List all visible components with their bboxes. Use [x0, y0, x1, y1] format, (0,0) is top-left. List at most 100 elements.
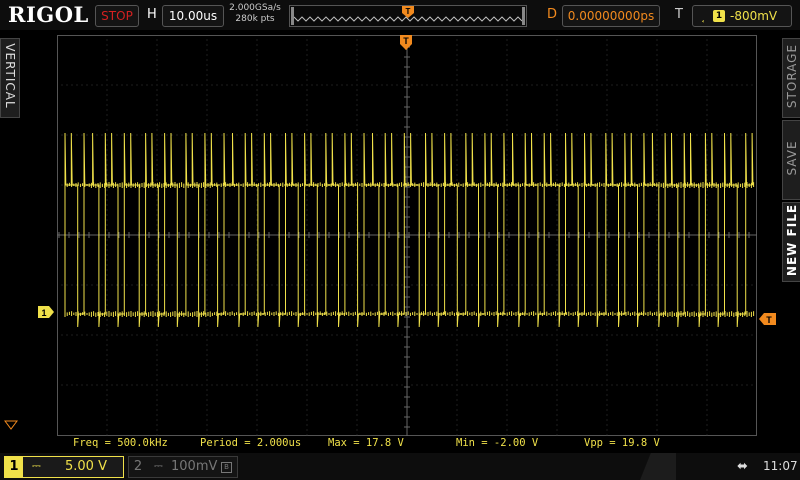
- grid-dot: [256, 174, 258, 176]
- grid-dot: [291, 284, 293, 286]
- grid-dot: [156, 39, 158, 41]
- frequency-measurement[interactable]: Freq = 500.0kHz: [73, 437, 168, 449]
- grid-dot: [506, 84, 508, 86]
- grid-dot: [456, 344, 458, 346]
- svg-text:T: T: [406, 7, 411, 16]
- grid-dot: [256, 219, 258, 221]
- grid-dot: [161, 134, 163, 136]
- acquisition-info: 2.000GSa/s 280k pts: [226, 3, 284, 25]
- grid-dot: [706, 384, 708, 386]
- grid-dot: [526, 284, 528, 286]
- grid-dot: [591, 84, 593, 86]
- grid-dot: [156, 374, 158, 376]
- trigger-level-marker[interactable]: T: [758, 313, 776, 325]
- grid-dot: [706, 59, 708, 61]
- max-measurement[interactable]: Max = 17.8 V: [328, 437, 404, 449]
- grid-dot: [306, 359, 308, 361]
- grid-dot: [411, 384, 413, 386]
- grid-dot: [196, 84, 198, 86]
- grid-dot: [606, 414, 608, 416]
- grid-dot: [306, 99, 308, 101]
- grid-dot: [356, 364, 358, 366]
- grid-dot: [506, 324, 508, 326]
- period-measurement[interactable]: Period = 2.000us: [200, 437, 301, 449]
- grid-dot: [606, 69, 608, 71]
- grid-dot: [496, 134, 498, 136]
- save-menu-tab[interactable]: SAVE: [782, 120, 800, 200]
- channel1-settings[interactable]: 1 ⎓ 5.00 V: [4, 456, 124, 478]
- grid-dot: [571, 84, 573, 86]
- grid-dot: [691, 134, 693, 136]
- grid-dot: [506, 39, 508, 41]
- grid-dot: [556, 264, 558, 266]
- new-file-menu-tab[interactable]: NEW FILE: [782, 202, 800, 282]
- grid-dot: [106, 89, 108, 91]
- grid-dot: [356, 94, 358, 96]
- timebase-value[interactable]: 10.00us: [162, 5, 224, 27]
- grid-dot: [331, 284, 333, 286]
- min-measurement[interactable]: Min = -2.00 V: [456, 437, 538, 449]
- grid-dot: [276, 384, 278, 386]
- grid-dot: [656, 274, 658, 276]
- grid-dot: [106, 154, 108, 156]
- grid-dot: [186, 384, 188, 386]
- grid-dot: [606, 349, 608, 351]
- grid-dot: [591, 134, 593, 136]
- grid-dot: [606, 224, 608, 226]
- grid-dot: [256, 274, 258, 276]
- grid-dot: [606, 89, 608, 91]
- grid-dot: [276, 134, 278, 136]
- channel2-settings[interactable]: 2 ⎓ 100mV B: [128, 456, 238, 478]
- grid-dot: [156, 89, 158, 91]
- grid-dot: [656, 84, 658, 86]
- grid-dot: [206, 59, 208, 61]
- grid-dot: [361, 334, 363, 336]
- grid-dot: [526, 334, 528, 336]
- grid-dot: [106, 179, 108, 181]
- grid-dot: [706, 144, 708, 146]
- grid-dot: [706, 389, 708, 391]
- grid-dot: [681, 284, 683, 286]
- grid-dot: [241, 334, 243, 336]
- grid-dot: [396, 334, 398, 336]
- grid-dot: [706, 39, 708, 41]
- grid-dot: [506, 114, 508, 116]
- vertical-menu-tab[interactable]: VERTICAL: [0, 38, 20, 118]
- grid-dot: [486, 84, 488, 86]
- grid-dot: [306, 129, 308, 131]
- grid-dot: [376, 284, 378, 286]
- grid-dot: [456, 339, 458, 341]
- grid-dot: [301, 334, 303, 336]
- trigger-settings[interactable]: ˱ 1 -800mV: [692, 5, 792, 27]
- grid-dot: [206, 299, 208, 301]
- grid-dot: [501, 334, 503, 336]
- storage-menu-tab[interactable]: STORAGE: [782, 38, 800, 118]
- grid-dot: [106, 254, 108, 256]
- delay-value[interactable]: 0.00000000ps: [562, 5, 660, 27]
- waveform-display[interactable]: T: [57, 35, 757, 436]
- grid-dot: [556, 279, 558, 281]
- grid-dot: [606, 254, 608, 256]
- trigger-position-icon[interactable]: T: [400, 35, 412, 50]
- grid-dot: [706, 154, 708, 156]
- grid-dot: [456, 394, 458, 396]
- grid-dot: [656, 304, 658, 306]
- grid-dot: [106, 309, 108, 311]
- grid-dot: [106, 344, 108, 346]
- channel1-offset-marker[interactable]: 1: [38, 306, 56, 318]
- grid-dot: [471, 334, 473, 336]
- grid-dot: [256, 119, 258, 121]
- vpp-measurement[interactable]: Vpp = 19.8 V: [584, 437, 660, 449]
- grid-dot: [206, 229, 208, 231]
- grid-dot: [206, 129, 208, 131]
- grid-dot: [506, 399, 508, 401]
- grid-dot: [701, 184, 703, 186]
- grid-dot: [256, 399, 258, 401]
- grid-dot: [656, 229, 658, 231]
- grid-dot: [116, 134, 118, 136]
- run-stop-indicator[interactable]: STOP: [95, 5, 139, 27]
- grid-dot: [306, 139, 308, 141]
- grid-dot: [506, 219, 508, 221]
- grid-dot: [606, 339, 608, 341]
- grid-dot: [356, 359, 358, 361]
